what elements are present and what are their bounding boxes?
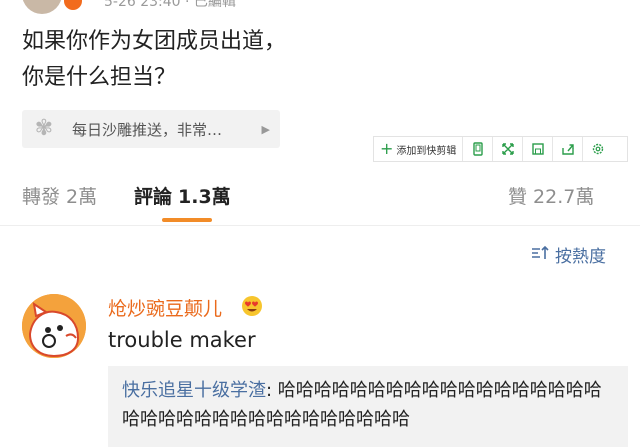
post-text-line-1: 如果你作为女团成员出道， [22,29,287,54]
share-icon[interactable] [553,137,584,161]
supertopic-label: 每日沙雕推送，非常… [72,120,223,139]
heart-eyes-emoji-icon [240,294,264,318]
comment-author-name[interactable]: 炝炒豌豆颠儿 [108,294,222,321]
plus-icon: + [380,139,394,158]
add-to-clip-label: 添加到快剪辑 [396,145,457,157]
active-tab-indicator [162,218,212,222]
reply-preview[interactable]: 快乐追星十级学渣: 哈哈哈哈哈哈哈哈哈哈哈哈哈哈哈哈哈哈哈哈哈哈哈哈哈哈哈哈哈哈… [108,366,628,447]
reply-author-name[interactable]: 快乐追星十级学渣 [122,380,266,401]
commenter-avatar[interactable] [22,294,86,358]
clip-toolbar: + 添加到快剪辑 [373,136,628,162]
expand-icon[interactable] [493,137,524,161]
like-label: 贊 [508,186,528,208]
repost-count: 2萬 [66,186,98,208]
add-to-clip-button[interactable]: + 添加到快剪辑 [374,137,464,161]
previous-post-header: 5-26 23:40 · 已編輯 [0,0,640,14]
tab-repost[interactable]: 轉發 2萬 [22,182,97,209]
verified-badge-icon [64,0,82,10]
save-icon[interactable] [523,137,554,161]
comment-count: 1.3萬 [178,186,231,208]
tab-likes[interactable]: 贊 22.7萬 [508,182,594,209]
post-text-line-2: 你是什么担当？ [22,65,177,90]
tab-comments[interactable]: 評論 1.3萬 [134,182,231,209]
phone-icon[interactable] [463,137,494,161]
poster-avatar[interactable] [22,0,62,14]
chevron-right-icon: ▶ [261,122,270,136]
comment-text: trouble maker [108,328,256,352]
sort-icon [531,245,549,265]
repost-label: 轉發 [22,186,61,208]
flower-icon: ✾ [34,116,54,141]
sort-by-popularity-button[interactable]: 按熱度 [531,242,606,267]
sort-label: 按熱度 [555,247,606,267]
post-meta: 5-26 23:40 · 已編輯 [104,0,236,10]
supertopic-link[interactable]: ✾ 每日沙雕推送，非常… ▶ [22,110,280,148]
comment-label: 評論 [134,186,173,208]
post-action-tabs: 轉發 2萬 評論 1.3萬 贊 22.7萬 [0,176,640,226]
like-count: 22.7萬 [533,186,595,208]
reply-separator: : [266,380,278,401]
post-body: 如果你作为女团成员出道， 你是什么担当？ [22,24,582,96]
settings-icon[interactable] [583,137,613,161]
